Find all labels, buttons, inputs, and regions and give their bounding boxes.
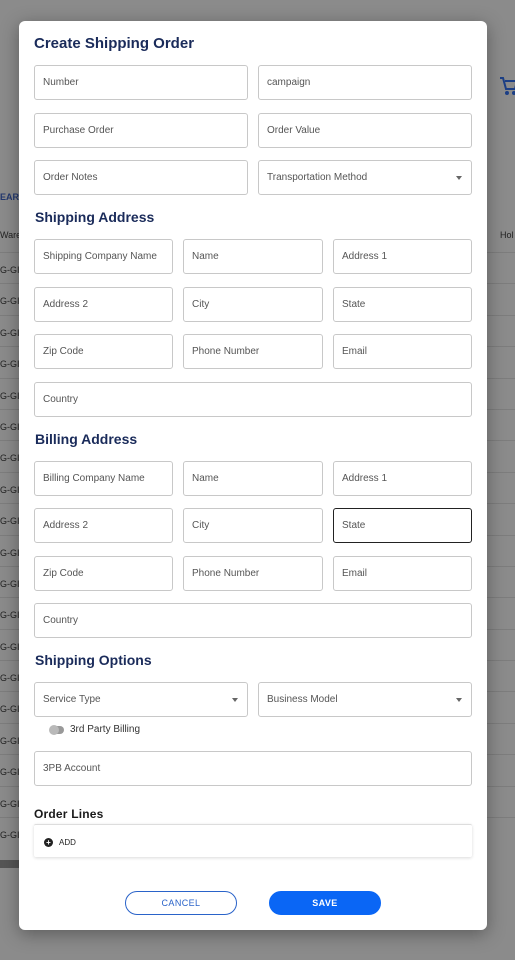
row-warehouse-cell: G-GI (0, 547, 20, 558)
dialog-title: Create Shipping Order (34, 35, 195, 52)
chevron-down-icon (456, 176, 462, 180)
row-warehouse-cell: G-GI (0, 359, 20, 370)
billing-city-field[interactable]: City (183, 508, 323, 543)
horizontal-scrollbar (0, 860, 20, 868)
shipping-phone-field[interactable]: Phone Number (183, 334, 323, 369)
billing-address-heading: Billing Address (35, 431, 138, 447)
row-warehouse-cell: G-GI (0, 673, 20, 684)
cancel-button[interactable]: CANCEL (125, 891, 237, 915)
transportation-method-select[interactable]: Transportation Method (258, 160, 472, 195)
order-lines-panel: + ADD (34, 824, 472, 857)
campaign-field[interactable]: campaign (258, 65, 472, 100)
shipping-address2-field[interactable]: Address 2 (34, 287, 173, 322)
row-warehouse-cell: G-GI (0, 484, 20, 495)
row-warehouse-cell: G-GI (0, 641, 20, 652)
number-field[interactable]: Number (34, 65, 248, 100)
shipping-country-field[interactable]: Country (34, 382, 472, 417)
row-warehouse-cell: G-GI (0, 830, 20, 841)
billing-country-field[interactable]: Country (34, 603, 472, 638)
shipping-state-field[interactable]: State (333, 287, 472, 322)
order-value-field[interactable]: Order Value (258, 113, 472, 148)
billing-company-name-field[interactable]: Billing Company Name (34, 461, 173, 496)
row-warehouse-cell: G-GI (0, 421, 20, 432)
row-warehouse-cell: G-GI (0, 578, 20, 589)
service-type-select[interactable]: Service Type (34, 682, 248, 717)
row-warehouse-cell: G-GI (0, 390, 20, 401)
shipping-zip-field[interactable]: Zip Code (34, 334, 173, 369)
row-warehouse-cell: G-GI (0, 704, 20, 715)
business-model-select[interactable]: Business Model (258, 682, 472, 717)
save-button[interactable]: SAVE (269, 891, 381, 915)
shipping-address1-field[interactable]: Address 1 (333, 239, 472, 274)
cart-icon (498, 74, 515, 100)
create-shipping-order-dialog: Create Shipping Order Number campaign Pu… (19, 21, 487, 930)
row-warehouse-cell: G-GI (0, 453, 20, 464)
shipping-company-name-field[interactable]: Shipping Company Name (34, 239, 173, 274)
row-warehouse-cell: G-GI (0, 265, 20, 275)
row-warehouse-cell: G-GI (0, 610, 20, 621)
billing-phone-field[interactable]: Phone Number (183, 556, 323, 591)
third-party-billing-label: 3rd Party Billing (70, 724, 141, 735)
billing-name-field[interactable]: Name (183, 461, 323, 496)
row-warehouse-cell: G-GI (0, 296, 20, 307)
shipping-email-field[interactable]: Email (333, 334, 472, 369)
add-label: ADD (59, 837, 76, 847)
shipping-address-heading: Shipping Address (35, 209, 155, 225)
row-warehouse-cell: G-GI (0, 735, 20, 746)
clear-filter-link: EAR (0, 192, 20, 202)
third-party-billing-toggle[interactable] (49, 725, 64, 735)
chevron-down-icon (232, 698, 238, 702)
add-order-line-button[interactable]: + ADD (44, 836, 76, 848)
order-lines-heading: Order Lines (34, 807, 104, 821)
plus-circle-icon: + (44, 837, 53, 847)
billing-address1-field[interactable]: Address 1 (333, 461, 472, 496)
tpb-account-field[interactable]: 3PB Account (34, 751, 472, 786)
billing-email-field[interactable]: Email (333, 556, 472, 591)
row-warehouse-cell: G-GI (0, 327, 20, 338)
purchase-order-field[interactable]: Purchase Order (34, 113, 248, 148)
shipping-name-field[interactable]: Name (183, 239, 323, 274)
shipping-city-field[interactable]: City (183, 287, 323, 322)
chevron-down-icon (456, 698, 462, 702)
shipping-options-heading: Shipping Options (35, 652, 152, 668)
order-notes-field[interactable]: Order Notes (34, 160, 248, 195)
column-header-warehouse: Ware (0, 230, 22, 240)
row-warehouse-cell: G-GI (0, 798, 20, 809)
billing-state-field[interactable]: State (333, 508, 472, 543)
column-header-hold: Hol (500, 230, 514, 240)
row-warehouse-cell: G-GI (0, 516, 20, 527)
billing-address2-field[interactable]: Address 2 (34, 508, 173, 543)
billing-zip-field[interactable]: Zip Code (34, 556, 173, 591)
row-warehouse-cell: G-GI (0, 767, 20, 778)
